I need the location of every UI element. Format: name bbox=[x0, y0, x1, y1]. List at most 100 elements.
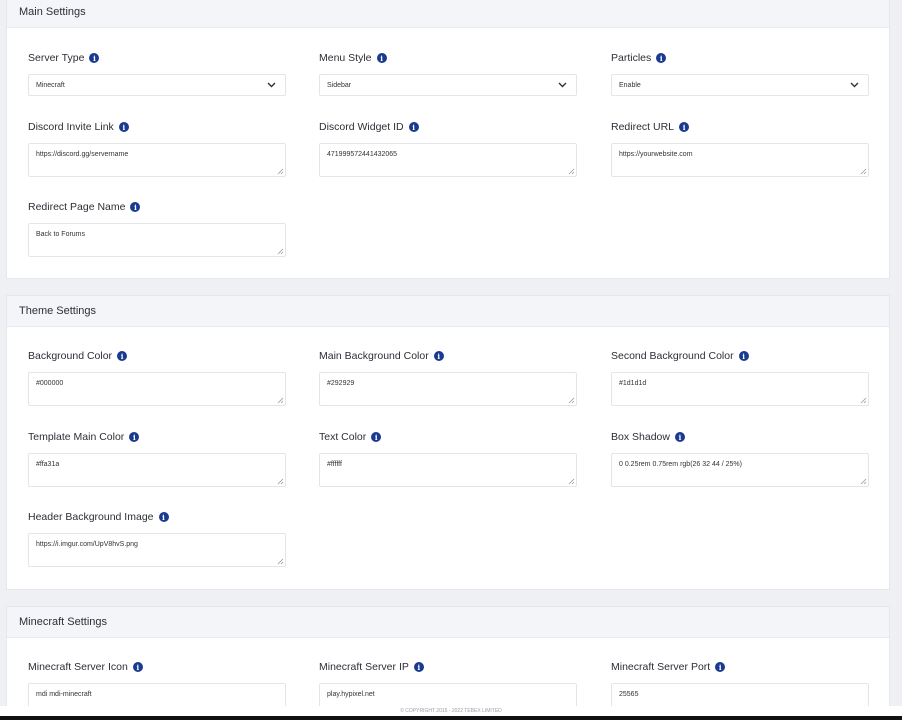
select-value: Minecraft bbox=[36, 81, 65, 89]
field-label: Main Background Color bbox=[319, 350, 429, 362]
second-background-color-field: Second Background Color i #1d1d1d bbox=[611, 349, 869, 406]
field-label: Template Main Color bbox=[28, 431, 125, 443]
info-icon[interactable]: i bbox=[413, 662, 424, 672]
main-background-color-field: Main Background Color i #292929 bbox=[319, 349, 577, 406]
info-icon[interactable]: i bbox=[89, 53, 100, 63]
input-value: 0 0.25rem 0.75rem rgb(26 32 44 / 25%) bbox=[619, 461, 742, 468]
input-value: #000000 bbox=[36, 380, 64, 387]
field-label: Minecraft Server Icon bbox=[28, 661, 128, 673]
field-label: Header Background Image bbox=[28, 511, 154, 523]
info-icon[interactable]: i bbox=[408, 122, 419, 132]
particles-select[interactable]: Enable bbox=[611, 74, 869, 96]
chevron-down-icon bbox=[556, 79, 568, 91]
info-icon[interactable]: i bbox=[715, 662, 726, 672]
resize-grip-icon[interactable] bbox=[568, 397, 575, 404]
field-label: Background Color bbox=[28, 350, 113, 362]
main-settings-header: Main Settings bbox=[7, 0, 889, 28]
resize-grip-icon[interactable] bbox=[277, 397, 284, 404]
info-icon[interactable]: i bbox=[738, 351, 749, 361]
settings-page: Main Settings Server Type i Minecraft Men… bbox=[0, 0, 902, 720]
discord-widget-input[interactable]: 471999572441432065 bbox=[319, 143, 577, 177]
header-background-image-field: Header Background Image i https://i.imgur… bbox=[28, 510, 286, 567]
field-label: Minecraft Server Port bbox=[611, 661, 711, 673]
input-value: 471999572441432065 bbox=[327, 151, 398, 158]
discord-widget-field: Discord Widget ID i 471999572441432065 bbox=[319, 120, 577, 177]
chevron-down-icon bbox=[848, 79, 860, 91]
field-label: Discord Widget ID bbox=[319, 121, 404, 133]
input-value: Back to Forums bbox=[36, 231, 86, 238]
discord-invite-field: Discord Invite Link i https://discord.gg/… bbox=[28, 120, 286, 177]
input-value: #ffa31a bbox=[36, 461, 60, 468]
info-icon[interactable]: i bbox=[656, 53, 667, 63]
select-value: Enable bbox=[619, 81, 641, 89]
server-type-select[interactable]: Minecraft bbox=[28, 74, 286, 96]
background-color-input[interactable]: #000000 bbox=[28, 372, 286, 406]
main-background-color-input[interactable]: #292929 bbox=[319, 372, 577, 406]
minecraft-settings-header: Minecraft Settings bbox=[7, 607, 889, 638]
input-value: #1d1d1d bbox=[619, 380, 647, 387]
menu-style-select[interactable]: Sidebar bbox=[319, 74, 577, 96]
template-main-color-field: Template Main Color i #ffa31a bbox=[28, 430, 286, 487]
box-shadow-input[interactable]: 0 0.25rem 0.75rem rgb(26 32 44 / 25%) bbox=[611, 453, 869, 487]
info-icon[interactable]: i bbox=[433, 351, 444, 361]
box-shadow-field: Box Shadow i 0 0.25rem 0.75rem rgb(26 32 … bbox=[611, 430, 869, 487]
bottom-bar bbox=[0, 716, 902, 720]
chevron-down-icon bbox=[265, 79, 277, 91]
input-value: mdi mdi-minecraft bbox=[36, 691, 92, 698]
input-value: https://yourwebsite.com bbox=[619, 151, 693, 158]
input-value: https://discord.gg/servername bbox=[36, 151, 129, 158]
field-label: Redirect URL bbox=[611, 121, 675, 133]
resize-grip-icon[interactable] bbox=[277, 248, 284, 255]
field-label: Redirect Page Name bbox=[28, 201, 126, 213]
info-icon[interactable]: i bbox=[117, 351, 128, 361]
field-label: Text Color bbox=[319, 431, 367, 443]
resize-grip-icon[interactable] bbox=[277, 558, 284, 565]
section-title: Main Settings bbox=[19, 6, 86, 18]
resize-grip-icon[interactable] bbox=[860, 397, 867, 404]
select-value: Sidebar bbox=[327, 81, 352, 89]
input-value: 25565 bbox=[619, 691, 639, 698]
theme-settings-card: Theme Settings Background Color i #000000… bbox=[6, 295, 890, 590]
input-value: #292929 bbox=[327, 380, 355, 387]
text-color-field: Text Color i #ffffff bbox=[319, 430, 577, 487]
resize-grip-icon[interactable] bbox=[568, 478, 575, 485]
info-icon[interactable]: i bbox=[129, 432, 140, 442]
redirect-url-input[interactable]: https://yourwebsite.com bbox=[611, 143, 869, 177]
info-icon[interactable]: i bbox=[118, 122, 129, 132]
resize-grip-icon[interactable] bbox=[277, 478, 284, 485]
footer-copyright: © COPYRIGHT 2015 - 2022 TEBEX LIMITED bbox=[0, 706, 902, 716]
field-label: Minecraft Server IP bbox=[319, 661, 409, 673]
info-icon[interactable]: i bbox=[158, 512, 169, 522]
section-title: Theme Settings bbox=[19, 305, 97, 317]
second-background-color-input[interactable]: #1d1d1d bbox=[611, 372, 869, 406]
field-label: Second Background Color bbox=[611, 350, 734, 362]
info-icon[interactable]: i bbox=[679, 122, 690, 132]
minecraft-settings-card: Minecraft Settings Minecraft Server Icon… bbox=[6, 606, 890, 717]
info-icon[interactable]: i bbox=[130, 202, 141, 212]
info-icon[interactable]: i bbox=[376, 53, 387, 63]
header-background-image-input[interactable]: https://i.imgur.com/UpV8hvS.png bbox=[28, 533, 286, 567]
input-value: play.hypixel.net bbox=[327, 691, 375, 698]
redirect-url-field: Redirect URL i https://yourwebsite.com bbox=[611, 120, 869, 177]
resize-grip-icon[interactable] bbox=[860, 168, 867, 175]
field-label: Box Shadow bbox=[611, 431, 670, 443]
resize-grip-icon[interactable] bbox=[277, 168, 284, 175]
input-value: #ffffff bbox=[327, 461, 342, 468]
server-type-field: Server Type i Minecraft bbox=[28, 51, 286, 96]
redirect-page-name-field: Redirect Page Name i Back to Forums bbox=[28, 200, 286, 257]
resize-grip-icon[interactable] bbox=[568, 168, 575, 175]
discord-invite-input[interactable]: https://discord.gg/servername bbox=[28, 143, 286, 177]
template-main-color-input[interactable]: #ffa31a bbox=[28, 453, 286, 487]
field-label: Server Type bbox=[28, 52, 85, 64]
particles-field: Particles i Enable bbox=[611, 51, 869, 96]
section-title: Minecraft Settings bbox=[19, 616, 108, 628]
background-color-field: Background Color i #000000 bbox=[28, 349, 286, 406]
resize-grip-icon[interactable] bbox=[860, 478, 867, 485]
info-icon[interactable]: i bbox=[371, 432, 382, 442]
field-label: Particles bbox=[611, 52, 652, 64]
text-color-input[interactable]: #ffffff bbox=[319, 453, 577, 487]
info-icon[interactable]: i bbox=[132, 662, 143, 672]
info-icon[interactable]: i bbox=[674, 432, 685, 442]
input-value: https://i.imgur.com/UpV8hvS.png bbox=[36, 541, 138, 548]
redirect-page-name-input[interactable]: Back to Forums bbox=[28, 223, 286, 257]
